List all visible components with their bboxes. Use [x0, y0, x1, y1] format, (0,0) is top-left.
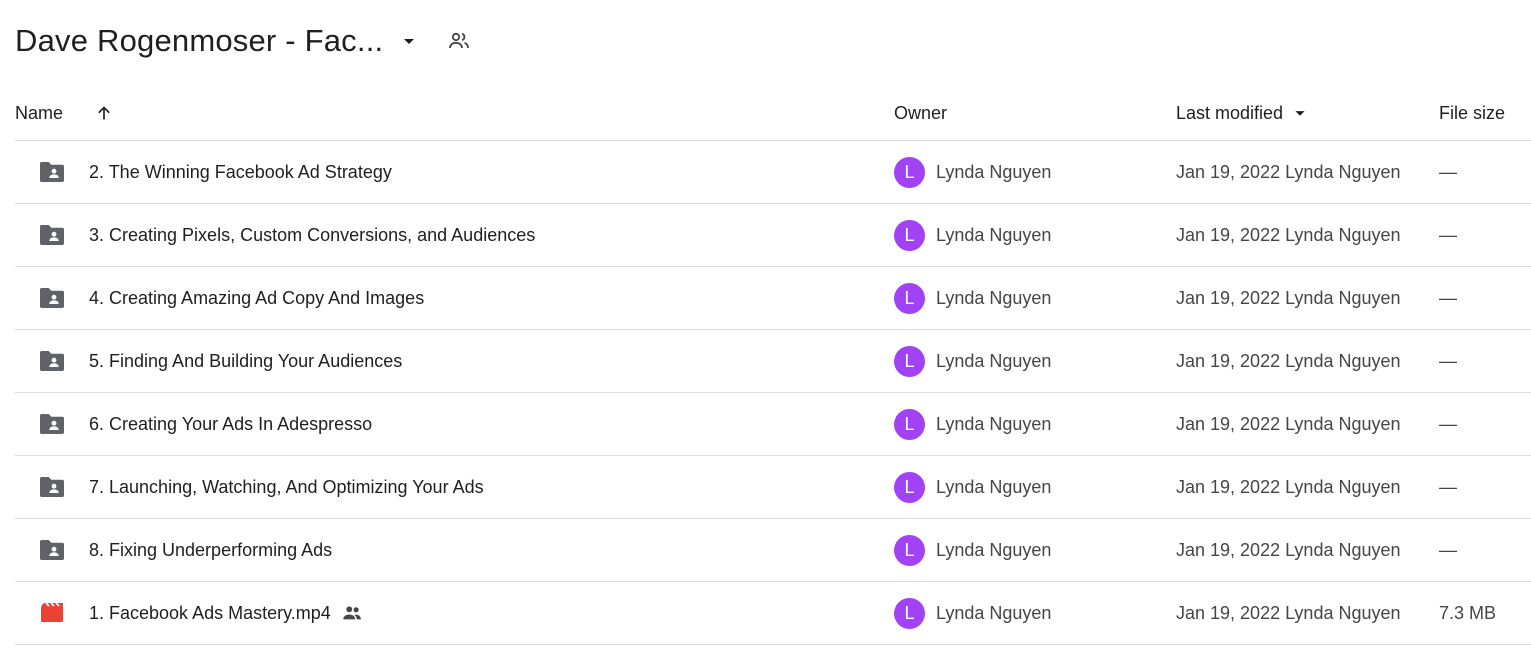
- file-size: —: [1439, 224, 1457, 245]
- avatar: L: [894, 219, 925, 251]
- file-size: —: [1439, 413, 1457, 434]
- sort-arrow-up-icon[interactable]: [93, 86, 115, 140]
- last-modified: Jan 19, 2022 Lynda Nguyen: [1176, 539, 1401, 560]
- file-row[interactable]: 6. Creating Your Ads In Adespresso L Lynda…: [15, 393, 1531, 456]
- shared-folder-icon: [38, 267, 66, 329]
- file-row[interactable]: 4. Creating Amazing Ad Copy And Images L L…: [15, 267, 1531, 330]
- arrow-drop-down-icon[interactable]: [1289, 102, 1311, 124]
- file-name[interactable]: 1. Facebook Ads Mastery.mp4: [89, 603, 331, 624]
- last-modified: Jan 19, 2022 Lynda Nguyen: [1176, 287, 1401, 308]
- owner-cell: L Lynda Nguyen: [894, 204, 1051, 266]
- file-name[interactable]: 2. The Winning Facebook Ad Strategy: [89, 162, 392, 183]
- avatar: L: [894, 282, 925, 314]
- owner-cell: L Lynda Nguyen: [894, 582, 1051, 644]
- last-modified: Jan 19, 2022 Lynda Nguyen: [1176, 224, 1401, 245]
- file-size: —: [1439, 539, 1457, 560]
- avatar: L: [894, 345, 925, 377]
- file-row[interactable]: 5. Finding And Building Your Audiences L L…: [15, 330, 1531, 393]
- column-header-file-size[interactable]: File size: [1439, 86, 1505, 140]
- shared-folder-icon: [38, 204, 66, 266]
- owner-cell: L Lynda Nguyen: [894, 456, 1051, 518]
- folder-title[interactable]: Dave Rogenmoser - Fac...: [15, 23, 383, 59]
- owner-name: Lynda Nguyen: [936, 350, 1052, 371]
- column-header-name[interactable]: Name: [15, 86, 63, 140]
- owner-name: Lynda Nguyen: [936, 539, 1052, 560]
- column-header-owner[interactable]: Owner: [894, 86, 947, 140]
- file-size: —: [1439, 161, 1457, 182]
- file-name-cell: 8. Fixing Underperforming Ads: [89, 519, 332, 581]
- column-header-last-modified-label: Last modified: [1176, 102, 1284, 123]
- shared-folder-icon: [38, 393, 66, 455]
- arrow-drop-down-icon[interactable]: [397, 29, 421, 53]
- column-header-row: Name Owner Last modified File size: [15, 86, 1531, 141]
- video-file-icon: [38, 582, 66, 644]
- owner-cell: L Lynda Nguyen: [894, 141, 1051, 203]
- file-size: —: [1439, 350, 1457, 371]
- file-name-cell: 5. Finding And Building Your Audiences: [89, 330, 402, 392]
- owner-name: Lynda Nguyen: [936, 161, 1052, 182]
- file-size: 7.3 MB: [1439, 602, 1497, 623]
- avatar: L: [894, 156, 925, 188]
- file-name-cell: 4. Creating Amazing Ad Copy And Images: [89, 267, 424, 329]
- file-row[interactable]: 1. Facebook Ads Mastery.mp4 L Lynda Nguyen…: [15, 582, 1531, 645]
- file-row[interactable]: 8. Fixing Underperforming Ads L Lynda Nguy…: [15, 519, 1531, 582]
- avatar: L: [894, 597, 925, 629]
- people-icon[interactable]: [446, 28, 472, 54]
- file-name-cell: 7. Launching, Watching, And Optimizing Y…: [89, 456, 484, 518]
- file-name[interactable]: 8. Fixing Underperforming Ads: [89, 540, 332, 561]
- shared-folder-icon: [38, 456, 66, 518]
- file-list: Name Owner Last modified File size 2. Th…: [15, 86, 1531, 645]
- avatar: L: [894, 471, 925, 503]
- shared-folder-icon: [38, 330, 66, 392]
- folder-header: Dave Rogenmoser - Fac...: [15, 18, 472, 64]
- shared-people-icon: [341, 602, 363, 624]
- file-row[interactable]: 2. The Winning Facebook Ad Strategy L Lynd…: [15, 141, 1531, 204]
- avatar: L: [894, 408, 925, 440]
- shared-folder-icon: [38, 141, 66, 203]
- owner-name: Lynda Nguyen: [936, 476, 1052, 497]
- last-modified: Jan 19, 2022 Lynda Nguyen: [1176, 476, 1401, 497]
- file-size: —: [1439, 287, 1457, 308]
- file-name-cell: 2. The Winning Facebook Ad Strategy: [89, 141, 392, 203]
- last-modified: Jan 19, 2022 Lynda Nguyen: [1176, 350, 1401, 371]
- last-modified: Jan 19, 2022 Lynda Nguyen: [1176, 413, 1401, 434]
- last-modified: Jan 19, 2022 Lynda Nguyen: [1176, 161, 1401, 182]
- shared-folder-icon: [38, 519, 66, 581]
- owner-cell: L Lynda Nguyen: [894, 519, 1051, 581]
- file-name[interactable]: 6. Creating Your Ads In Adespresso: [89, 414, 372, 435]
- file-name-cell: 3. Creating Pixels, Custom Conversions, …: [89, 204, 535, 266]
- last-modified: Jan 19, 2022 Lynda Nguyen: [1176, 602, 1401, 623]
- file-size: —: [1439, 476, 1457, 497]
- owner-name: Lynda Nguyen: [936, 287, 1052, 308]
- avatar: L: [894, 534, 925, 566]
- file-name[interactable]: 5. Finding And Building Your Audiences: [89, 351, 402, 372]
- owner-cell: L Lynda Nguyen: [894, 267, 1051, 329]
- file-name[interactable]: 7. Launching, Watching, And Optimizing Y…: [89, 477, 484, 498]
- file-name-cell: 1. Facebook Ads Mastery.mp4: [89, 582, 363, 644]
- owner-name: Lynda Nguyen: [936, 224, 1052, 245]
- file-name[interactable]: 3. Creating Pixels, Custom Conversions, …: [89, 225, 535, 246]
- file-row[interactable]: 3. Creating Pixels, Custom Conversions, …: [15, 204, 1531, 267]
- file-row[interactable]: 7. Launching, Watching, And Optimizing Y…: [15, 456, 1531, 519]
- file-name-cell: 6. Creating Your Ads In Adespresso: [89, 393, 372, 455]
- owner-name: Lynda Nguyen: [936, 602, 1052, 623]
- file-rows: 2. The Winning Facebook Ad Strategy L Lynd…: [15, 141, 1531, 645]
- owner-name: Lynda Nguyen: [936, 413, 1052, 434]
- column-header-last-modified[interactable]: Last modified: [1176, 86, 1311, 140]
- file-name[interactable]: 4. Creating Amazing Ad Copy And Images: [89, 288, 424, 309]
- owner-cell: L Lynda Nguyen: [894, 393, 1051, 455]
- owner-cell: L Lynda Nguyen: [894, 330, 1051, 392]
